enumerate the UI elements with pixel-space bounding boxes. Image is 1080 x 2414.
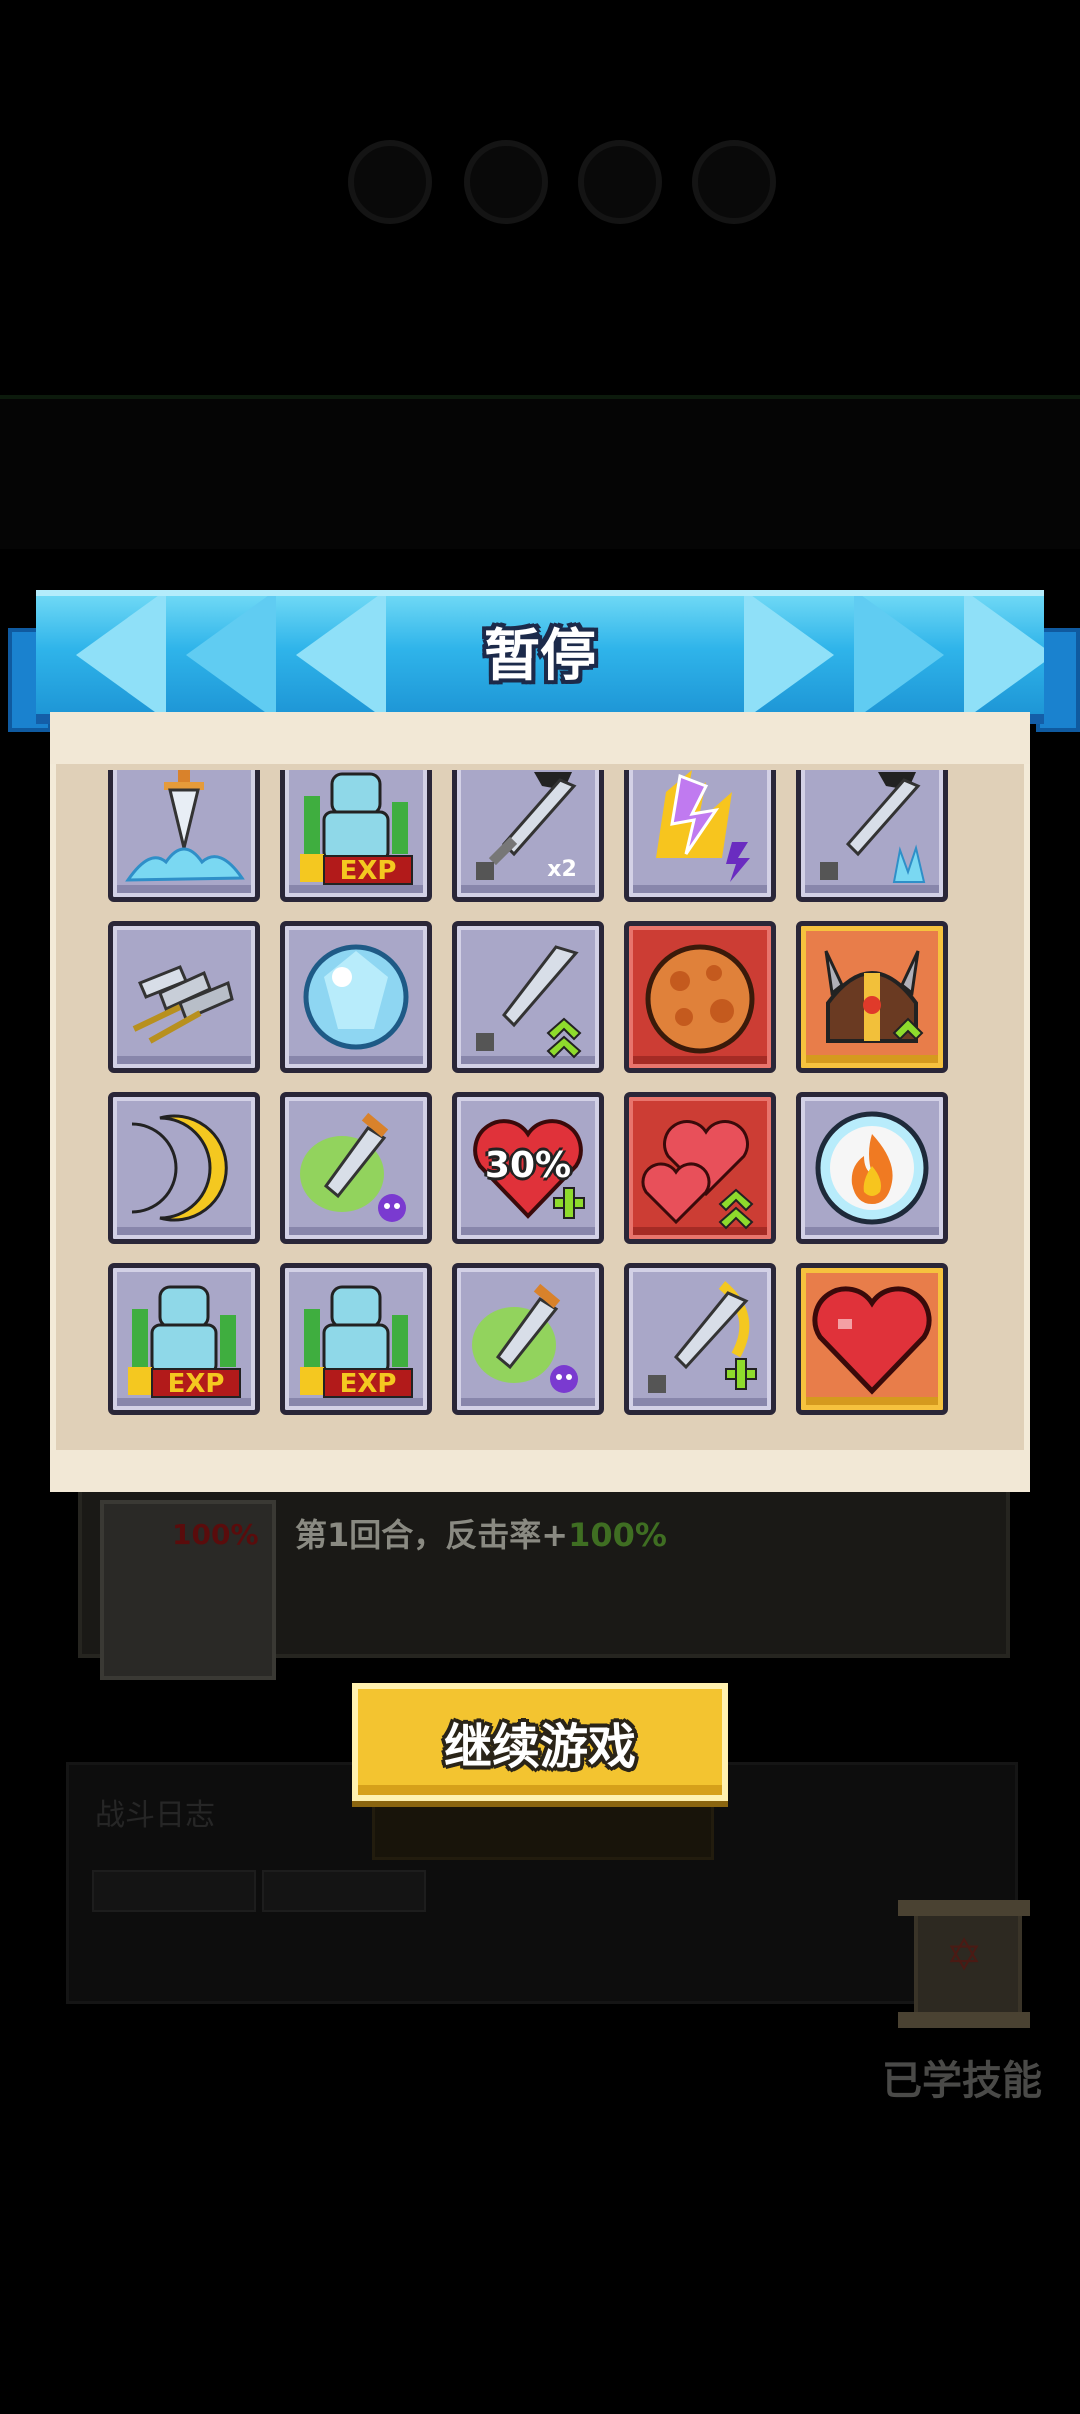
sword-splash-icon: [120, 770, 248, 890]
skill-slot[interactable]: [624, 770, 776, 902]
skill-slot[interactable]: [108, 770, 260, 902]
fire-bubble-icon: [808, 1104, 936, 1232]
viking-helmet-icon: [808, 933, 936, 1061]
skill-slot[interactable]: [452, 1263, 604, 1415]
skill-slot[interactable]: [108, 921, 260, 1073]
svg-text:x2: x2: [547, 857, 577, 882]
background-slot: [348, 140, 432, 224]
panel-top-strip: [50, 712, 1030, 764]
background-skill-desc: 第1回合，反击率+100%: [295, 1516, 667, 1554]
frost-sword-icon: [808, 770, 936, 890]
background-chip: [92, 1870, 256, 1912]
skill-slot[interactable]: [280, 1092, 432, 1244]
background-log-title: 战斗日志: [95, 1798, 215, 1833]
crescent-moon-icon: [120, 1104, 248, 1232]
skill-slot[interactable]: [624, 1092, 776, 1244]
double-sword-icon: x2: [464, 770, 592, 890]
skill-badge: 30%: [484, 1145, 572, 1186]
sword-slash-plus-icon: [636, 1275, 764, 1403]
heart-icon: [808, 1275, 936, 1403]
panel-bottom-strip: [50, 1450, 1030, 1492]
skill-slot[interactable]: [452, 921, 604, 1073]
triple-sword-icon: [120, 933, 248, 1061]
background-chip: [262, 1870, 426, 1912]
skill-slot[interactable]: [624, 1263, 776, 1415]
background-skill-icon-text: 100%: [172, 1518, 259, 1551]
sword-upgrade-icon: [464, 933, 592, 1061]
learned-skills-label: 已学技能: [882, 2058, 1042, 2104]
skill-slot[interactable]: EXP: [280, 1263, 432, 1415]
background-banner: [0, 395, 1080, 549]
skill-slot[interactable]: [796, 1263, 948, 1415]
skill-slot[interactable]: [796, 1092, 948, 1244]
skill-slot[interactable]: 30%: [452, 1092, 604, 1244]
skill-slot[interactable]: EXP: [280, 770, 432, 902]
dialog-title: 暂停: [484, 624, 596, 689]
exp-boost-icon: EXP: [120, 1275, 248, 1403]
skill-slot[interactable]: [796, 770, 948, 902]
svg-text:EXP: EXP: [168, 1369, 225, 1399]
skill-slot[interactable]: [280, 921, 432, 1073]
exp-boost-icon: EXP: [292, 770, 420, 890]
background-slot: [464, 140, 548, 224]
skill-slot[interactable]: x2: [452, 770, 604, 902]
continue-game-button[interactable]: 继续游戏: [352, 1683, 728, 1801]
background-button: [372, 1800, 714, 1860]
skill-slot[interactable]: EXP: [108, 1263, 260, 1415]
background-slot: [692, 140, 776, 224]
poison-dagger-icon: [292, 1104, 420, 1232]
poison-dagger-icon: [464, 1275, 592, 1403]
scroll-icon: ✡: [898, 1900, 1030, 2028]
skills-grid[interactable]: EXP x2 30% EXP EXP: [100, 770, 980, 1448]
exp-boost-icon: EXP: [292, 1275, 420, 1403]
skill-slot[interactable]: [624, 921, 776, 1073]
double-heart-icon: [636, 1104, 764, 1232]
background-slot: [578, 140, 662, 224]
lightning-fire-icon: [636, 770, 764, 890]
svg-text:EXP: EXP: [340, 856, 397, 886]
svg-text:EXP: EXP: [340, 1369, 397, 1399]
skill-slot[interactable]: [796, 921, 948, 1073]
magma-orb-icon: [636, 933, 764, 1061]
crystal-orb-icon: [292, 933, 420, 1061]
skill-slot[interactable]: [108, 1092, 260, 1244]
